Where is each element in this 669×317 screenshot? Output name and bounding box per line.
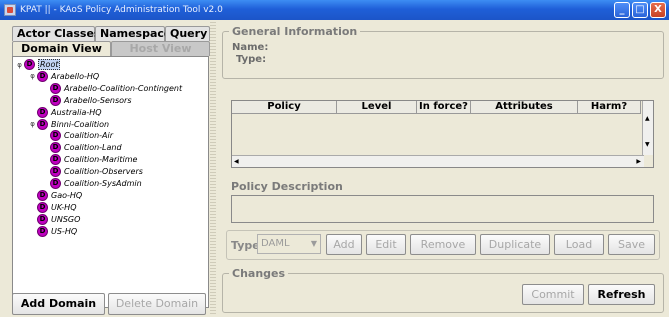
domain-node-icon: D bbox=[50, 166, 61, 178]
tab-namespaces[interactable]: Namespaces bbox=[95, 26, 178, 41]
split-pane-divider[interactable] bbox=[210, 22, 216, 316]
tree-item-label: Coalition-Land bbox=[64, 143, 122, 153]
maximize-button[interactable]: □ bbox=[632, 2, 648, 18]
changes-legend: Changes bbox=[229, 267, 289, 280]
tree-item[interactable]: D Arabello-Coalition-Contingent bbox=[41, 82, 183, 94]
tree-item[interactable]: D UK-HQ bbox=[28, 201, 77, 213]
domain-node-icon: D bbox=[50, 82, 61, 94]
type-select[interactable]: DAML ▼ bbox=[257, 234, 321, 254]
left-panel: Actor Classes Namespaces Query Domain Vi… bbox=[12, 26, 210, 314]
domain-node-icon: D bbox=[37, 70, 48, 82]
tab-actor-classes[interactable]: Actor Classes bbox=[12, 26, 100, 41]
tree-item-label: Binni-Coalition bbox=[51, 119, 110, 129]
tree-item[interactable]: D Australia-HQ bbox=[28, 106, 102, 118]
tree-item[interactable]: D Coalition-Air bbox=[41, 130, 114, 142]
domain-node-icon: D bbox=[24, 59, 35, 70]
tab-host-view[interactable]: Host View bbox=[111, 41, 210, 56]
window-controls: _ □ X bbox=[614, 2, 666, 18]
domain-node-icon: D bbox=[50, 178, 61, 189]
add-policy-button[interactable]: Add bbox=[326, 234, 362, 255]
tree-item[interactable]: D US-HQ bbox=[28, 225, 78, 237]
domain-node-icon: D bbox=[37, 118, 48, 130]
remove-policy-button[interactable]: Remove bbox=[410, 234, 476, 255]
delete-domain-button[interactable]: Delete Domain bbox=[108, 293, 206, 315]
tree-item-label: Coalition-Air bbox=[64, 131, 114, 141]
domain-node-icon: D bbox=[37, 189, 48, 201]
tree-expand-handle-icon[interactable]: φ bbox=[28, 120, 37, 128]
save-policy-button[interactable]: Save bbox=[608, 234, 655, 255]
tree-item-label: Arabello-Sensors bbox=[64, 95, 132, 105]
chevron-down-icon: ▼ bbox=[310, 239, 317, 248]
minimize-button[interactable]: _ bbox=[614, 2, 630, 18]
tree-item[interactable]: φ D Binni-Coalition bbox=[28, 118, 110, 130]
column-policy[interactable]: Policy bbox=[232, 101, 337, 114]
tree-item-label: Gao-HQ bbox=[51, 190, 83, 200]
domain-node-icon: D bbox=[50, 94, 61, 106]
duplicate-policy-button[interactable]: Duplicate bbox=[480, 234, 550, 255]
scroll-up-icon[interactable]: ▲ bbox=[645, 115, 650, 122]
table-horizontal-scrollbar[interactable]: ◀ ▶ bbox=[232, 155, 644, 167]
tree-item[interactable]: D Coalition-SysAdmin bbox=[41, 178, 142, 189]
tree-item[interactable]: φ D Root bbox=[15, 59, 61, 70]
scroll-right-icon[interactable]: ▶ bbox=[636, 158, 641, 165]
domain-node-icon: D bbox=[37, 201, 48, 213]
main-tabs: Actor Classes Namespaces Query bbox=[12, 26, 210, 41]
commit-button[interactable]: Commit bbox=[522, 284, 584, 305]
column-attributes[interactable]: Attributes bbox=[471, 101, 578, 114]
policy-table[interactable]: Policy Level In force? Attributes Harm? … bbox=[231, 100, 654, 168]
close-button[interactable]: X bbox=[650, 2, 666, 18]
window-title: KPAT || - KAoS Policy Administration Too… bbox=[20, 5, 223, 15]
tree-item-label: Arabello-Coalition-Contingent bbox=[64, 83, 183, 93]
tree-item-label: UK-HQ bbox=[51, 202, 77, 212]
tree-item[interactable]: D Coalition-Maritime bbox=[41, 154, 138, 166]
tree-expand-handle-icon[interactable]: φ bbox=[15, 61, 24, 69]
tree-item-label: Coalition-Observers bbox=[64, 167, 143, 177]
table-vertical-scrollbar[interactable]: ▲ ▼ bbox=[642, 101, 653, 155]
tree-item[interactable]: D Gao-HQ bbox=[28, 189, 83, 201]
domain-node-icon: D bbox=[37, 225, 48, 237]
domain-node-icon: D bbox=[50, 142, 61, 154]
tab-domain-view[interactable]: Domain View bbox=[12, 41, 111, 56]
tree-item-label: Coalition-SysAdmin bbox=[64, 179, 142, 188]
view-tabs: Domain View Host View bbox=[12, 41, 210, 56]
title-bar[interactable]: KPAT || - KAoS Policy Administration Too… bbox=[0, 0, 669, 20]
type-select-value: DAML bbox=[261, 238, 290, 249]
refresh-button[interactable]: Refresh bbox=[588, 284, 655, 305]
column-harm[interactable]: Harm? bbox=[578, 101, 641, 114]
add-domain-button[interactable]: Add Domain bbox=[12, 293, 105, 315]
tree-item[interactable]: D Coalition-Observers bbox=[41, 166, 143, 178]
tree-item[interactable]: D Arabello-Sensors bbox=[41, 94, 132, 106]
scroll-left-icon[interactable]: ◀ bbox=[234, 158, 239, 165]
column-level[interactable]: Level bbox=[337, 101, 417, 114]
app-icon bbox=[4, 4, 16, 16]
tree-item-label: Australia-HQ bbox=[51, 107, 102, 117]
domain-node-icon: D bbox=[50, 154, 61, 166]
tree-item-label: Root bbox=[38, 59, 61, 70]
domain-node-icon: D bbox=[37, 106, 48, 118]
general-info-legend: General Information bbox=[229, 25, 361, 38]
domain-node-icon: D bbox=[50, 130, 61, 142]
tree-item-label: US-HQ bbox=[51, 226, 78, 236]
tree-item-label: Arabello-HQ bbox=[51, 71, 100, 81]
type-select-label: Type bbox=[231, 239, 260, 252]
name-label: Name: bbox=[232, 42, 269, 53]
tab-query[interactable]: Query bbox=[165, 26, 210, 41]
scroll-down-icon[interactable]: ▼ bbox=[645, 141, 650, 148]
tree-item-label: Coalition-Maritime bbox=[64, 155, 138, 165]
table-header: Policy Level In force? Attributes Harm? bbox=[232, 101, 641, 114]
domain-node-icon: D bbox=[37, 213, 48, 225]
tree-item[interactable]: φ D Arabello-HQ bbox=[28, 70, 100, 82]
load-policy-button[interactable]: Load bbox=[554, 234, 604, 255]
type-label: Type: bbox=[236, 54, 267, 65]
tree-item[interactable]: D Coalition-Land bbox=[41, 142, 122, 154]
tree-item[interactable]: D UNSGO bbox=[28, 213, 81, 225]
tree-expand-handle-icon[interactable]: φ bbox=[28, 72, 37, 80]
edit-policy-button[interactable]: Edit bbox=[366, 234, 406, 255]
policy-description-label: Policy Description bbox=[231, 180, 343, 193]
tree-item-label: UNSGO bbox=[51, 214, 81, 224]
policy-description-field[interactable] bbox=[231, 195, 654, 223]
general-info-group: General Information bbox=[222, 25, 664, 79]
domain-tree[interactable]: φ D Root φ D Arabello-HQ D Arabello-Coalition-C… bbox=[12, 56, 209, 308]
column-in-force[interactable]: In force? bbox=[417, 101, 471, 114]
